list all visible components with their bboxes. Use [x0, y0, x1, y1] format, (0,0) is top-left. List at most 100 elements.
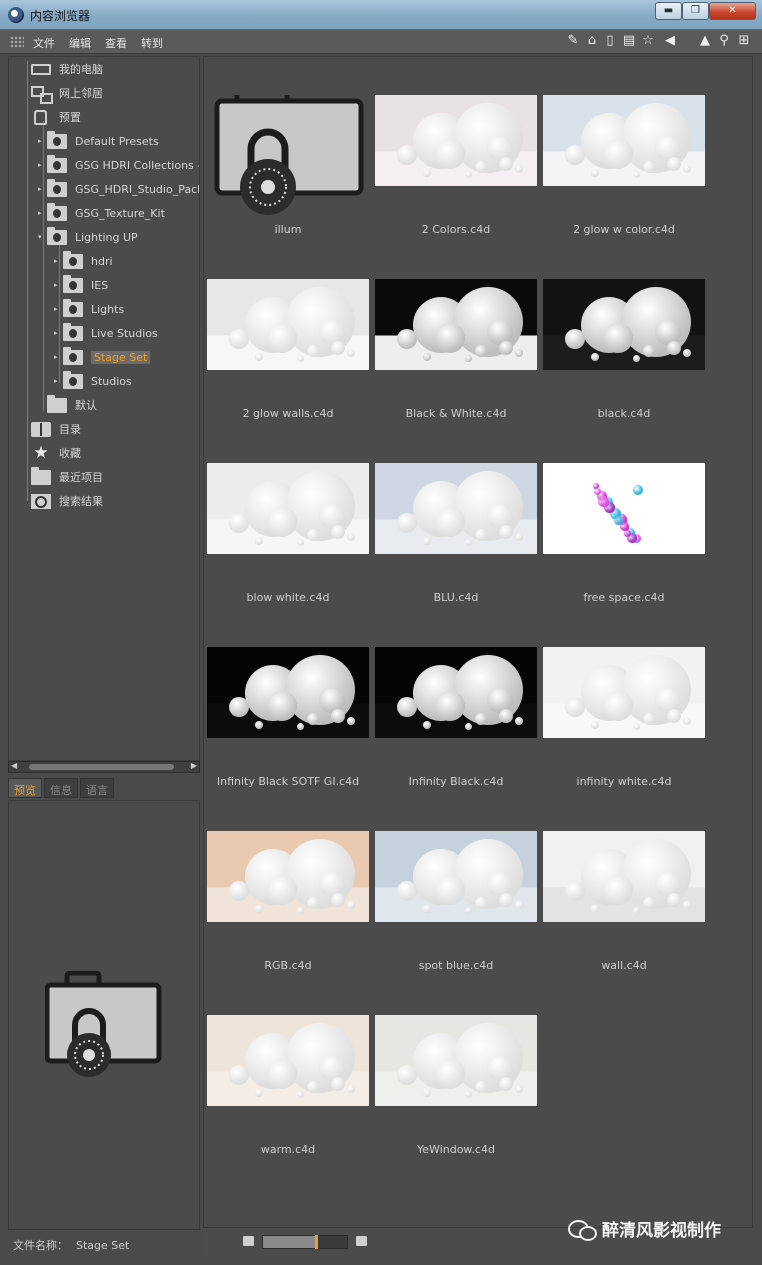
tree-item[interactable]: ▸ Studios	[54, 370, 132, 390]
preset-item[interactable]: spot blue.c4d	[375, 831, 537, 972]
tree-item[interactable]: 默认	[47, 394, 97, 414]
tree-item[interactable]: ▸ hdri	[54, 250, 113, 270]
jar-icon[interactable]: ▯	[602, 33, 618, 49]
preset-item[interactable]: blow white.c4d	[207, 463, 369, 604]
preset-item[interactable]: free space.c4d	[543, 463, 705, 604]
tree-item[interactable]: ▸ GSG HDRI Collections -	[38, 154, 199, 174]
preset-thumbnail	[207, 279, 369, 370]
scroll-right-icon[interactable]: ▶	[191, 761, 197, 770]
sphere-shape	[633, 485, 643, 495]
watermark: 醉清风影视制作	[568, 1216, 721, 1241]
expand-toggle-icon[interactable]: ▸	[38, 210, 44, 217]
title-bar: 内容浏览器 ▬ ❐ ✕	[0, 0, 762, 30]
tree-item[interactable]: 搜索结果	[31, 492, 103, 510]
menu-goto[interactable]: 转到	[141, 35, 163, 51]
preset-item[interactable]: Infinity Black.c4d	[375, 647, 537, 788]
menu-file[interactable]: 文件	[33, 35, 55, 51]
tree-item[interactable]: ▸ Default Presets	[38, 130, 159, 150]
expand-toggle-icon[interactable]: ▸	[54, 258, 60, 265]
tree-item[interactable]: 目录	[31, 420, 81, 438]
preset-item[interactable]: YeWindow.c4d	[375, 1015, 537, 1156]
sphere-shape	[515, 349, 523, 357]
sphere-shape	[435, 507, 465, 537]
tree-horizontal-scrollbar[interactable]: ◀ ▶	[8, 761, 200, 773]
tree-item[interactable]: 网上邻居	[31, 84, 103, 104]
sphere-shape	[229, 329, 249, 349]
edit-icon[interactable]: ✎	[565, 33, 581, 49]
tab-preview[interactable]: 预览	[8, 778, 42, 798]
sphere-shape	[423, 169, 431, 177]
sphere-shape	[475, 529, 487, 541]
menu-view[interactable]: 查看	[105, 35, 127, 51]
preset-item[interactable]: warm.c4d	[207, 1015, 369, 1156]
preset-item[interactable]: 2 glow walls.c4d	[207, 279, 369, 420]
back-icon[interactable]: ◀	[662, 33, 678, 49]
expand-toggle-icon[interactable]: ▸	[54, 282, 60, 289]
sphere-shape	[267, 691, 297, 721]
preset-item[interactable]: infinity white.c4d	[543, 647, 705, 788]
tree-item[interactable]: 我的电脑	[31, 60, 103, 78]
preset-item[interactable]: 2 Colors.c4d	[375, 95, 537, 236]
tab-language[interactable]: 语言	[80, 778, 114, 798]
expand-toggle-icon[interactable]: ▾	[38, 234, 44, 241]
tree-item[interactable]: ▸ Stage Set	[54, 346, 151, 366]
tree-item[interactable]: 预置	[31, 108, 81, 126]
sphere-shape	[229, 513, 249, 533]
grip-icon[interactable]	[10, 36, 24, 48]
expand-toggle-icon[interactable]: ▸	[54, 378, 60, 385]
home-icon[interactable]: ⌂	[584, 33, 600, 49]
sphere-shape	[499, 157, 513, 171]
tree-item[interactable]: ▾ Lighting UP	[38, 226, 138, 246]
sphere-shape	[565, 145, 585, 165]
tree-item[interactable]: 最近项目	[31, 466, 103, 486]
book-icon[interactable]: ▤	[621, 33, 637, 49]
preset-item-label: warm.c4d	[260, 1143, 316, 1156]
preset-item[interactable]: 2 glow w color.c4d	[543, 95, 705, 236]
tree-item[interactable]: ▸ IES	[54, 274, 108, 294]
scrollbar-thumb[interactable]	[29, 764, 174, 770]
computer-icon	[31, 63, 51, 75]
expand-toggle-icon[interactable]: ▸	[54, 330, 60, 337]
preset-item[interactable]: illum	[207, 86, 369, 236]
zoom-small-icon[interactable]	[243, 1236, 254, 1246]
scroll-left-icon[interactable]: ◀	[11, 761, 17, 770]
tree-item[interactable]: ★ 收藏	[31, 444, 81, 462]
content-grid: illum 2 Colors.c4d 2 glow w color.c4d 2 glo…	[203, 56, 753, 1228]
sphere-shape	[307, 345, 319, 357]
tab-info[interactable]: 信息	[44, 778, 78, 798]
zoom-slider[interactable]	[262, 1235, 348, 1249]
expand-toggle-icon[interactable]: ▸	[38, 138, 44, 145]
sphere-shape	[515, 901, 523, 909]
preset-item[interactable]: black.c4d	[543, 279, 705, 420]
sphere-shape	[475, 1081, 487, 1093]
tree-item[interactable]: ▸ GSG_HDRI_Studio_Pack	[38, 178, 199, 198]
preview-panel	[8, 800, 200, 1230]
zoom-knob[interactable]	[314, 1235, 318, 1249]
menu-edit[interactable]: 编辑	[69, 35, 91, 51]
close-button[interactable]: ✕	[709, 2, 756, 20]
preset-item-label: blow white.c4d	[246, 591, 330, 604]
expand-toggle-icon[interactable]: ▸	[38, 162, 44, 169]
preset-item[interactable]: RGB.c4d	[207, 831, 369, 972]
new-icon[interactable]: ⊞	[736, 33, 752, 49]
tree-item[interactable]: ▸ Live Studios	[54, 322, 158, 342]
sphere-shape	[297, 355, 304, 362]
sphere-shape	[591, 721, 599, 729]
forward-icon[interactable]: ▲	[697, 33, 713, 49]
tree-item[interactable]: ▸ GSG_Texture_Kit	[38, 202, 165, 222]
minimize-button[interactable]: ▬	[655, 2, 682, 20]
maximize-button[interactable]: ❐	[682, 2, 709, 20]
tree-item[interactable]: ▸ Lights	[54, 298, 124, 318]
expand-toggle-icon[interactable]: ▸	[38, 186, 44, 193]
star-icon[interactable]: ☆	[640, 33, 656, 49]
zoom-large-icon[interactable]	[356, 1236, 367, 1246]
preset-thumbnail	[375, 647, 537, 738]
preset-item[interactable]: wall.c4d	[543, 831, 705, 972]
preset-item[interactable]: BLU.c4d	[375, 463, 537, 604]
expand-toggle-icon[interactable]: ▸	[54, 354, 60, 361]
preset-item[interactable]: Black & White.c4d	[375, 279, 537, 420]
expand-toggle-icon[interactable]: ▸	[54, 306, 60, 313]
search-icon[interactable]: ⚲	[716, 33, 732, 49]
preset-item[interactable]: Infinity Black SOTF GI.c4d	[207, 647, 369, 788]
preset-thumbnail	[543, 279, 705, 370]
